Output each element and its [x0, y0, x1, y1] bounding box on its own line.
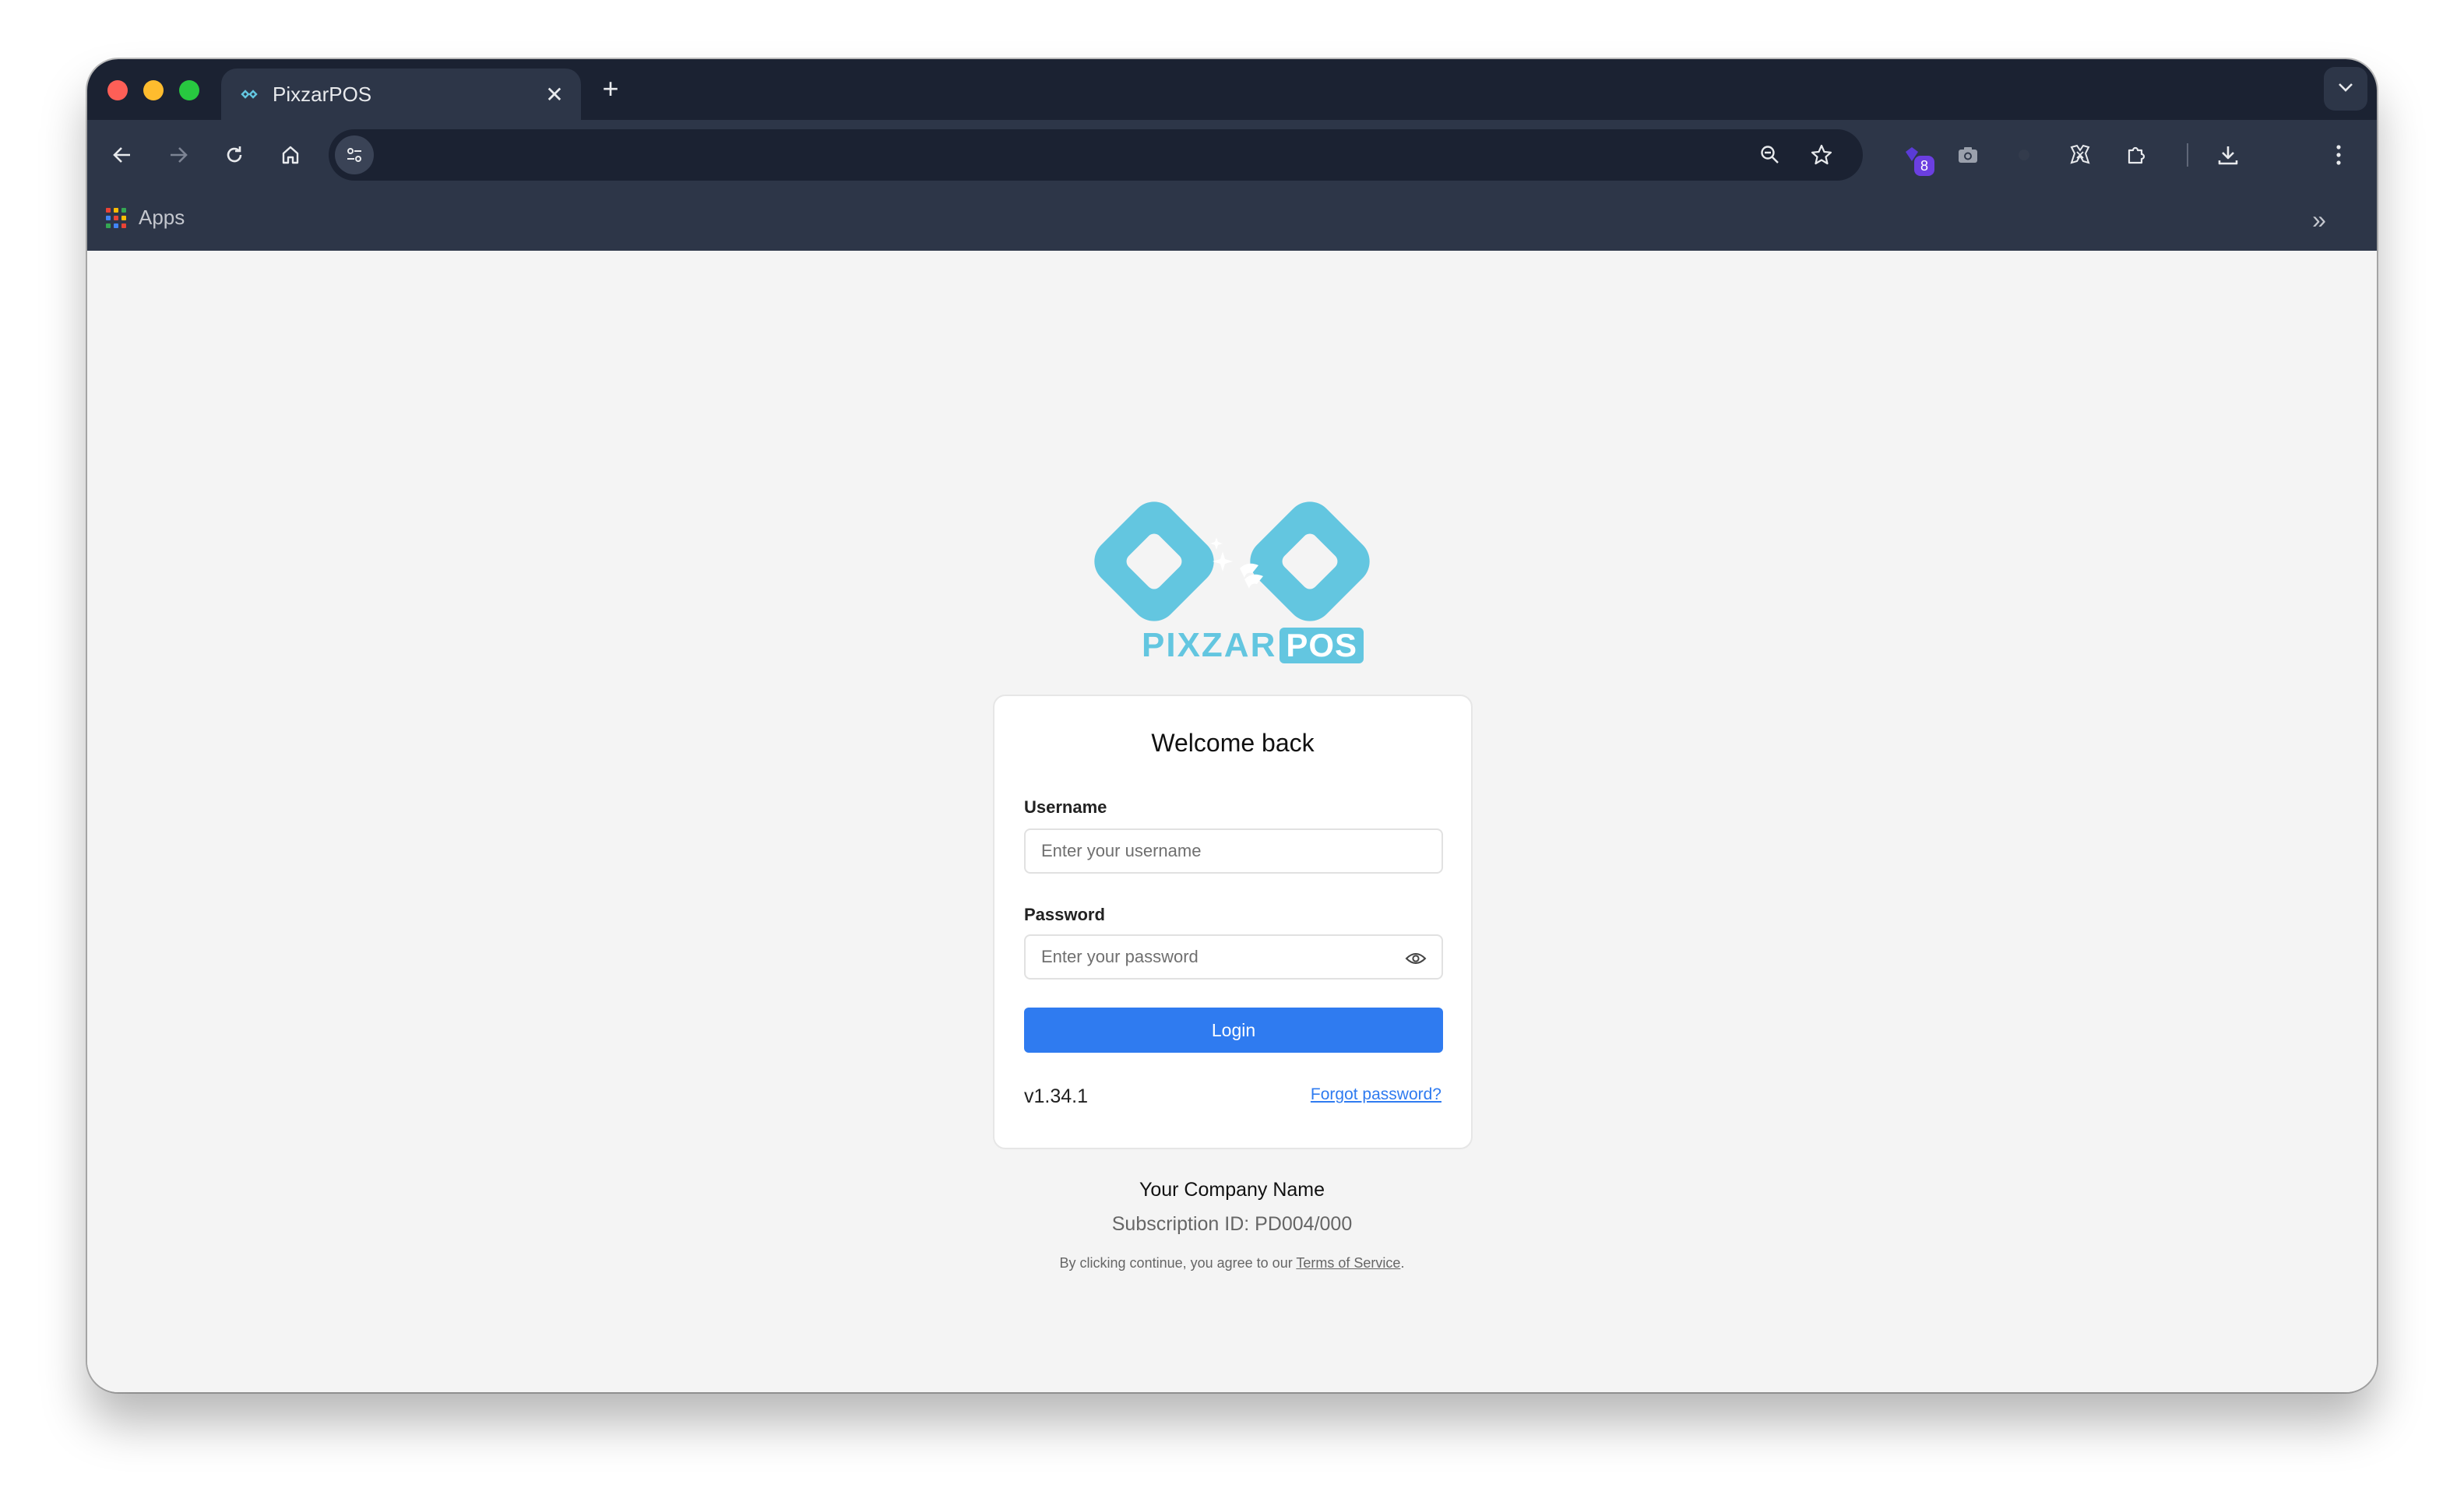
more-vertical-icon: [2336, 145, 2341, 165]
extensions-menu-button[interactable]: [2117, 135, 2156, 174]
bookmark-star-button[interactable]: [1804, 137, 1839, 173]
login-button[interactable]: Login: [1024, 1008, 1443, 1053]
tune-icon: [347, 148, 361, 162]
reload-icon: [227, 146, 242, 163]
arrow-right-icon: [171, 147, 188, 163]
reload-button[interactable]: [215, 135, 254, 174]
back-button[interactable]: [103, 135, 142, 174]
username-input[interactable]: [1026, 830, 1441, 872]
tab-strip: PixzarPOS ✕ +: [87, 59, 2377, 120]
star-icon: [1811, 144, 1832, 165]
password-label: Password: [1024, 905, 1105, 924]
minimize-window-button[interactable]: [143, 80, 164, 100]
terms-notice: By clicking continue, you agree to our T…: [87, 1255, 2377, 1272]
terms-prefix: By clicking continue, you agree to our: [1059, 1255, 1297, 1271]
tab-title: PixzarPOS: [273, 82, 372, 106]
eye-icon[interactable]: [1404, 947, 1427, 970]
page-content: PIXZAR POS Welcome back Username Passwor…: [87, 251, 2377, 1392]
maximize-window-button[interactable]: [179, 80, 199, 100]
zoom-button[interactable]: [1752, 137, 1788, 173]
tab-close-icon[interactable]: ✕: [539, 79, 570, 110]
tools-icon: [2070, 144, 2090, 164]
toolbar-divider: [2187, 143, 2188, 167]
version-label: v1.34.1: [1024, 1085, 1089, 1107]
subscription-id: Subscription ID: PD004/000: [1111, 1213, 1353, 1235]
tab-pixzarpos[interactable]: PixzarPOS ✕: [221, 69, 581, 120]
browser-toolbar: 8: [87, 120, 2377, 190]
company-name: Your Company Name: [1139, 1179, 1325, 1201]
tab-search-button[interactable]: [2324, 67, 2367, 111]
new-tab-button[interactable]: +: [593, 72, 628, 106]
home-icon: [282, 146, 299, 164]
pixzar-favicon-icon: [238, 83, 260, 105]
logo-word-secondary: POS: [1280, 628, 1364, 663]
terms-of-service-link[interactable]: Terms of Service: [1296, 1255, 1400, 1271]
apps-grid-icon: [106, 207, 126, 228]
address-bar[interactable]: [329, 129, 1863, 181]
forgot-password-link[interactable]: Forgot password?: [1311, 1085, 1441, 1104]
apps-bookmark[interactable]: Apps: [106, 206, 185, 230]
camera-icon: [1959, 147, 1977, 163]
extension-badge: 8: [1914, 156, 1934, 176]
extension-camera[interactable]: [1948, 135, 1987, 174]
browser-window: PixzarPOS ✕ + 8 Apps » PIXZAR POS Welcom…: [87, 59, 2377, 1392]
password-field: [1024, 934, 1443, 980]
bookmarks-overflow-icon[interactable]: »: [2304, 204, 2335, 235]
forward-button[interactable]: [159, 135, 198, 174]
extension-tools[interactable]: [2061, 135, 2100, 174]
close-window-button[interactable]: [107, 80, 128, 100]
arrow-left-icon: [113, 147, 130, 163]
username-label: Username: [1024, 797, 1107, 817]
extension-hidden[interactable]: [2005, 135, 2043, 174]
bookmarks-bar: Apps »: [87, 190, 2377, 251]
home-button[interactable]: [271, 135, 310, 174]
puzzle-icon: [2128, 146, 2145, 164]
login-card: Welcome back Username Password Login v1.…: [993, 695, 1473, 1149]
browser-menu-button[interactable]: [2319, 135, 2358, 174]
logo-wordmark: PIXZAR POS: [1142, 626, 1364, 665]
download-icon: [2218, 146, 2238, 165]
extension-purple[interactable]: 8: [1892, 135, 1934, 176]
zoom-out-icon: [1761, 146, 1779, 164]
page-title: Welcome back: [1151, 729, 1315, 757]
chevron-down-icon: [2337, 82, 2354, 97]
password-input[interactable]: [1026, 936, 1441, 978]
apps-label: Apps: [139, 206, 185, 229]
downloads-button[interactable]: [2209, 135, 2248, 174]
username-field: [1024, 828, 1443, 874]
site-settings-button[interactable]: [335, 135, 374, 174]
terms-suffix: .: [1400, 1255, 1405, 1271]
logo-word-primary: PIXZAR: [1142, 626, 1277, 664]
extension-dim-icon: [2019, 149, 2029, 160]
